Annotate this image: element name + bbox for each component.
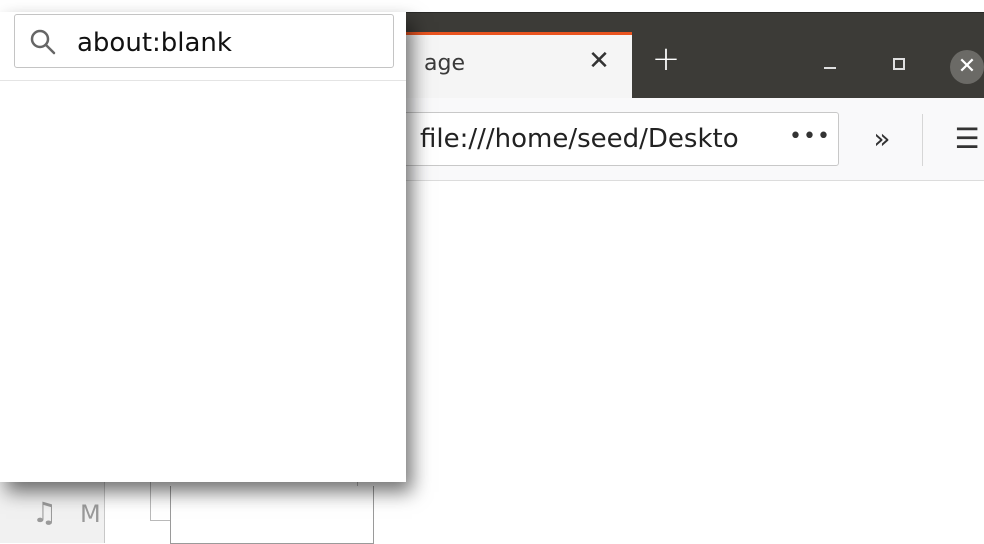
toolbar-overflow-icon[interactable]: » xyxy=(862,120,902,160)
maximize-window-button[interactable] xyxy=(893,58,905,70)
search-icon xyxy=(30,29,56,55)
close-window-button[interactable]: ✕ xyxy=(950,50,984,84)
browser-tab[interactable]: age ✕ xyxy=(380,32,632,98)
popup-divider xyxy=(0,80,406,81)
hamburger-menu-icon[interactable]: ☰ xyxy=(950,120,984,160)
tab-close-icon[interactable]: ✕ xyxy=(586,48,612,74)
dock-label-fragment: M xyxy=(80,500,101,528)
background-window-edge-front xyxy=(170,486,374,544)
url-popup-window: about:blank xyxy=(0,12,406,482)
popup-search-field[interactable]: about:blank xyxy=(14,14,394,68)
music-icon[interactable]: ♫ xyxy=(32,496,57,529)
desktop-background xyxy=(380,0,984,12)
dock-divider xyxy=(104,480,105,543)
minimize-window-button[interactable] xyxy=(822,52,838,72)
page-actions-icon[interactable]: ••• xyxy=(788,122,832,156)
url-bar[interactable]: file:///home/seed/Deskto ••• xyxy=(403,112,839,166)
new-tab-button[interactable]: + xyxy=(651,42,681,76)
url-text[interactable]: file:///home/seed/Deskto xyxy=(420,124,780,154)
toolbar-separator xyxy=(922,114,923,166)
tab-title: age xyxy=(424,51,465,76)
popup-search-value[interactable]: about:blank xyxy=(77,28,232,58)
